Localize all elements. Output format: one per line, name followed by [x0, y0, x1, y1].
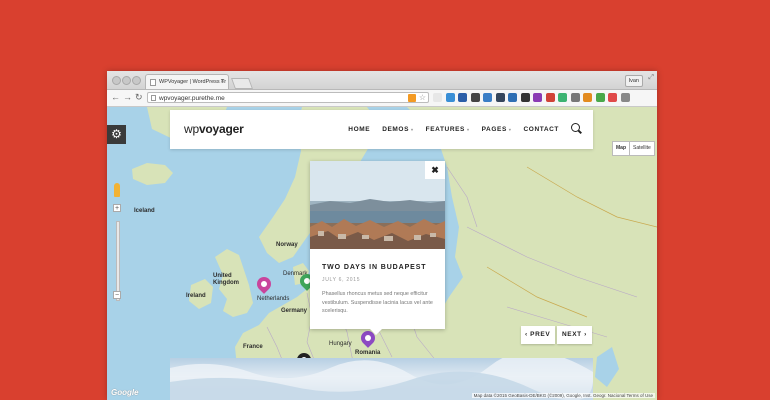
map-type-map-button[interactable]: Map	[612, 141, 630, 156]
maximize-window-button[interactable]	[132, 76, 141, 85]
site-logo[interactable]: wpvoyager	[184, 122, 244, 136]
extension-icon[interactable]	[595, 93, 605, 102]
settings-gear-icon[interactable]: ⚙	[107, 125, 126, 144]
google-logo: Google	[111, 388, 139, 397]
chevron-down-icon: ▾	[411, 126, 414, 132]
extension-icon[interactable]	[520, 93, 530, 102]
map-type-satellite-button[interactable]: Satellite	[629, 141, 655, 156]
nav-item-contact[interactable]: CONTACT	[524, 126, 560, 133]
map-label-united-kingdom: United Kingdom	[213, 273, 239, 286]
map-label-france: France	[243, 344, 263, 350]
browser-tab[interactable]: WPVoyager | WordPress Tr ✕	[145, 74, 229, 89]
map-label-romania: Romania	[355, 350, 381, 356]
search-icon[interactable]	[571, 123, 580, 132]
extension-icon[interactable]	[608, 93, 617, 102]
address-bar[interactable]: wpvoyager.purethe.me ☆	[147, 92, 429, 103]
extension-icon[interactable]	[558, 93, 567, 102]
rss-icon[interactable]	[408, 94, 416, 102]
extension-icon[interactable]	[433, 93, 442, 102]
back-arrow-icon[interactable]: ←	[111, 92, 120, 103]
close-icon[interactable]: ✖	[425, 161, 445, 179]
user-profile-button[interactable]: Ivan	[624, 75, 643, 87]
page-icon	[151, 95, 156, 101]
nav-item-home[interactable]: HOME	[348, 126, 370, 133]
extension-icon[interactable]	[545, 93, 555, 102]
chevron-down-icon: ▾	[467, 126, 470, 132]
chevron-down-icon: ▾	[508, 126, 512, 132]
next-button[interactable]: NEXT ›	[557, 326, 592, 344]
extension-icon[interactable]	[533, 93, 542, 102]
main-navigation: HOME DEMOS ▾ FEATURES ▾ PAGES ▾ CONTACT	[348, 126, 559, 133]
popup-date: JULY 6, 2015	[322, 277, 361, 283]
extension-icon[interactable]	[508, 93, 517, 102]
site-header: wpvoyager HOME DEMOS ▾ FEATURES ▾ PAGES ▾ C…	[170, 110, 593, 149]
map-popup: ✖ TWO DAYS IN BUDAPEST JULY 6, 2015 Phas…	[310, 161, 445, 335]
forward-arrow-icon[interactable]: →	[123, 92, 132, 103]
extension-icon[interactable]	[620, 93, 630, 102]
extension-icon[interactable]	[483, 93, 492, 102]
tab-bar: WPVoyager | WordPress Tr ✕ Ivan ⤢	[107, 71, 657, 90]
browser-toolbar: ← → ↻ wpvoyager.purethe.me ☆	[107, 90, 657, 107]
fullscreen-icon[interactable]: ⤢	[648, 74, 654, 82]
map-label-germany: Germany	[281, 308, 308, 314]
map-attribution[interactable]: Map data ©2015 GeoBasis-DE/BKG (©2009), …	[471, 393, 655, 398]
close-tab-icon[interactable]: ✕	[220, 75, 225, 89]
close-window-button[interactable]	[112, 76, 121, 85]
extension-icon[interactable]	[470, 93, 480, 102]
popup-title[interactable]: TWO DAYS IN BUDAPEST	[322, 264, 426, 271]
extension-icon[interactable]	[570, 93, 580, 102]
street-view-pegman-icon[interactable]	[114, 183, 120, 197]
extension-icon[interactable]	[458, 93, 467, 102]
extension-icon[interactable]	[583, 93, 592, 102]
popup-excerpt: Phasellus rhoncus metus sed neque effici…	[322, 291, 433, 314]
popup-pointer	[370, 329, 382, 335]
minimize-window-button[interactable]	[122, 76, 131, 85]
tab-title: WPVoyager | WordPress Tr	[159, 79, 227, 85]
extension-icons	[433, 93, 630, 103]
url-text: wpvoyager.purethe.me	[159, 95, 225, 102]
zoom-in-button[interactable]: +	[113, 204, 121, 212]
page-favicon-icon	[150, 79, 156, 86]
extension-icon[interactable]	[445, 93, 455, 102]
new-tab-button[interactable]	[230, 78, 254, 89]
reload-icon[interactable]: ↻	[135, 92, 143, 103]
map-label-ireland: Ireland	[186, 293, 206, 299]
map-label-norway: Norway	[276, 242, 298, 248]
map-label-iceland: Iceland	[134, 208, 155, 214]
bookmark-star-icon[interactable]: ☆	[419, 92, 426, 103]
nav-item-features[interactable]: FEATURES ▾	[426, 126, 470, 133]
browser-window: WPVoyager | WordPress Tr ✕ Ivan ⤢ ← → ↻ …	[107, 71, 657, 400]
prev-button[interactable]: ‹ PREV	[521, 326, 555, 344]
map-label-hungary: Hungary	[329, 341, 352, 347]
map-label-netherlands: Netherlands	[257, 296, 290, 302]
zoom-slider[interactable]	[116, 221, 120, 301]
nav-item-pages[interactable]: PAGES ▾	[482, 126, 512, 133]
map[interactable]: Iceland Norway Denmark United Kingdom Ir…	[107, 107, 657, 400]
nav-item-demos[interactable]: DEMOS ▾	[382, 126, 413, 133]
extension-icon[interactable]	[495, 93, 505, 102]
zoom-out-button[interactable]: −	[113, 291, 121, 299]
chevron-right-icon: ›	[581, 331, 587, 338]
